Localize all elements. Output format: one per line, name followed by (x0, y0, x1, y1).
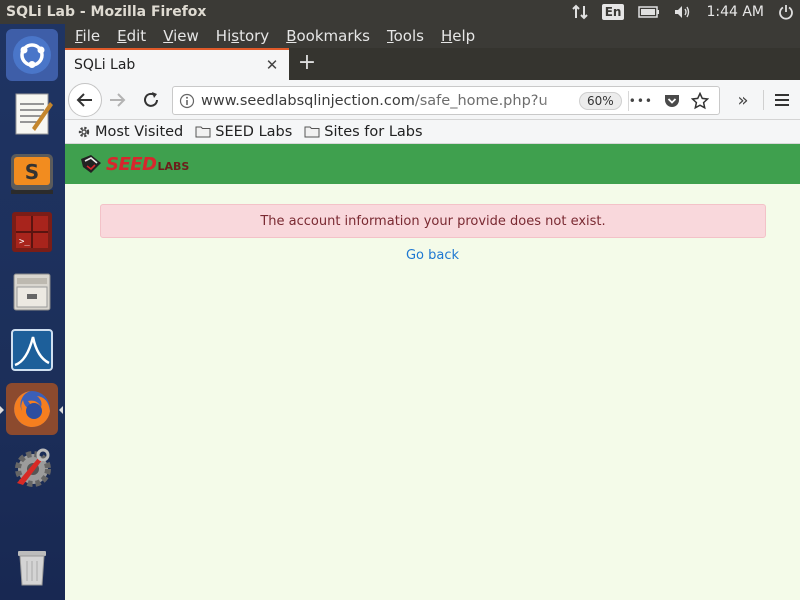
toolbar-overflow-button[interactable]: » (731, 88, 755, 112)
new-tab-button[interactable]: + (295, 52, 319, 76)
tab-bar: SQLi Lab ✕ + (65, 48, 800, 80)
launcher-active-indicator-left (0, 406, 4, 414)
url-fade (541, 92, 571, 109)
bookmark-label: Sites for Labs (324, 123, 423, 140)
launcher: S >_ (0, 24, 65, 600)
keyboard-layout-label: En (601, 4, 625, 20)
page-header: SEED LABS (65, 144, 800, 184)
alert-message: The account information your provide doe… (260, 213, 606, 229)
bookmark-most-visited[interactable]: Most Visited (77, 124, 183, 140)
menu-help[interactable]: Help (441, 27, 475, 45)
battery-icon[interactable] (638, 6, 660, 18)
file-manager-icon[interactable] (6, 265, 58, 317)
bookmark-seed-labs[interactable]: SEED Labs (195, 124, 292, 140)
url-text[interactable]: www.seedlabsqlinjection.com/safe_home.ph… (201, 92, 571, 109)
pocket-icon[interactable] (663, 93, 681, 109)
firefox-window: File Edit View History Bookmarks Tools H… (65, 24, 800, 600)
url-bar[interactable]: www.seedlabsqlinjection.com/safe_home.ph… (172, 86, 720, 115)
firefox-icon[interactable] (6, 383, 58, 435)
window-title: SQLi Lab - Mozilla Firefox (6, 4, 207, 20)
go-back-link[interactable]: Go back (65, 248, 800, 263)
svg-text:>_: >_ (19, 237, 30, 247)
reload-icon (144, 92, 158, 107)
seed-labs-logo[interactable]: SEED LABS (79, 153, 189, 175)
trash-icon[interactable] (6, 540, 58, 592)
clock[interactable]: 1:44 AM (706, 4, 764, 20)
page-content: SEED LABS The account information your p… (65, 144, 800, 600)
bookmarks-toolbar: Most Visited SEED Labs Sites for Labs (65, 120, 800, 144)
bookmark-label: SEED Labs (215, 123, 293, 140)
back-arrow-icon (76, 93, 92, 107)
error-alert: The account information your provide doe… (100, 204, 766, 238)
gear-icon (78, 126, 90, 137)
hamburger-menu-icon[interactable] (770, 88, 794, 112)
site-info-icon[interactable] (173, 93, 201, 109)
zoom-reset-button[interactable]: 60% (579, 91, 622, 110)
back-button[interactable] (68, 83, 102, 117)
svg-text:S: S (25, 160, 39, 184)
folder-icon (195, 126, 211, 138)
toolbar-divider (763, 90, 764, 110)
text-editor-icon[interactable] (6, 88, 58, 140)
top-panel: SQLi Lab - Mozilla Firefox En 1:44 AM (0, 0, 800, 24)
sublime-text-icon[interactable]: S (6, 147, 58, 199)
page-actions-menu-icon[interactable]: ••• (629, 94, 653, 108)
terminal-icon[interactable]: >_ (6, 206, 58, 258)
navigation-toolbar: www.seedlabsqlinjection.com/safe_home.ph… (65, 80, 800, 120)
seed-logo-mark-icon (81, 155, 101, 173)
reload-button[interactable] (139, 88, 163, 112)
menu-tools[interactable]: Tools (387, 27, 424, 45)
logo-subtext: LABS (157, 159, 190, 173)
tab-title: SQLi Lab (74, 57, 136, 73)
folder-icon (304, 126, 320, 138)
logo-text: SEED (106, 153, 157, 175)
volume-icon[interactable] (674, 5, 692, 19)
menu-view[interactable]: View (163, 27, 199, 45)
bookmark-star-icon[interactable] (691, 91, 709, 110)
keyboard-layout-indicator[interactable]: En (601, 4, 625, 20)
network-icon[interactable] (571, 4, 588, 20)
forward-arrow-icon (110, 93, 126, 107)
menu-bookmarks[interactable]: Bookmarks (286, 27, 370, 45)
menubar: File Edit View History Bookmarks Tools H… (65, 24, 800, 48)
wireshark-icon[interactable] (6, 324, 58, 376)
url-host: www.seedlabsqlinjection.com (201, 92, 415, 109)
page-actions: ••• (629, 91, 709, 110)
system-settings-icon[interactable] (6, 442, 58, 494)
forward-button[interactable] (105, 88, 129, 112)
power-icon[interactable] (778, 4, 794, 20)
menu-history[interactable]: History (216, 27, 269, 45)
bookmark-label: Most Visited (95, 123, 184, 140)
menu-file[interactable]: File (75, 27, 100, 45)
url-path: /safe_home.php?u (414, 92, 548, 109)
launcher-active-indicator-right (59, 406, 63, 414)
bookmark-sites-for-labs[interactable]: Sites for Labs (304, 123, 423, 140)
tab-sqli-lab[interactable]: SQLi Lab ✕ (65, 48, 289, 80)
ubuntu-dash-icon[interactable] (6, 29, 58, 81)
close-icon[interactable]: ✕ (260, 56, 284, 74)
menu-edit[interactable]: Edit (117, 27, 146, 45)
